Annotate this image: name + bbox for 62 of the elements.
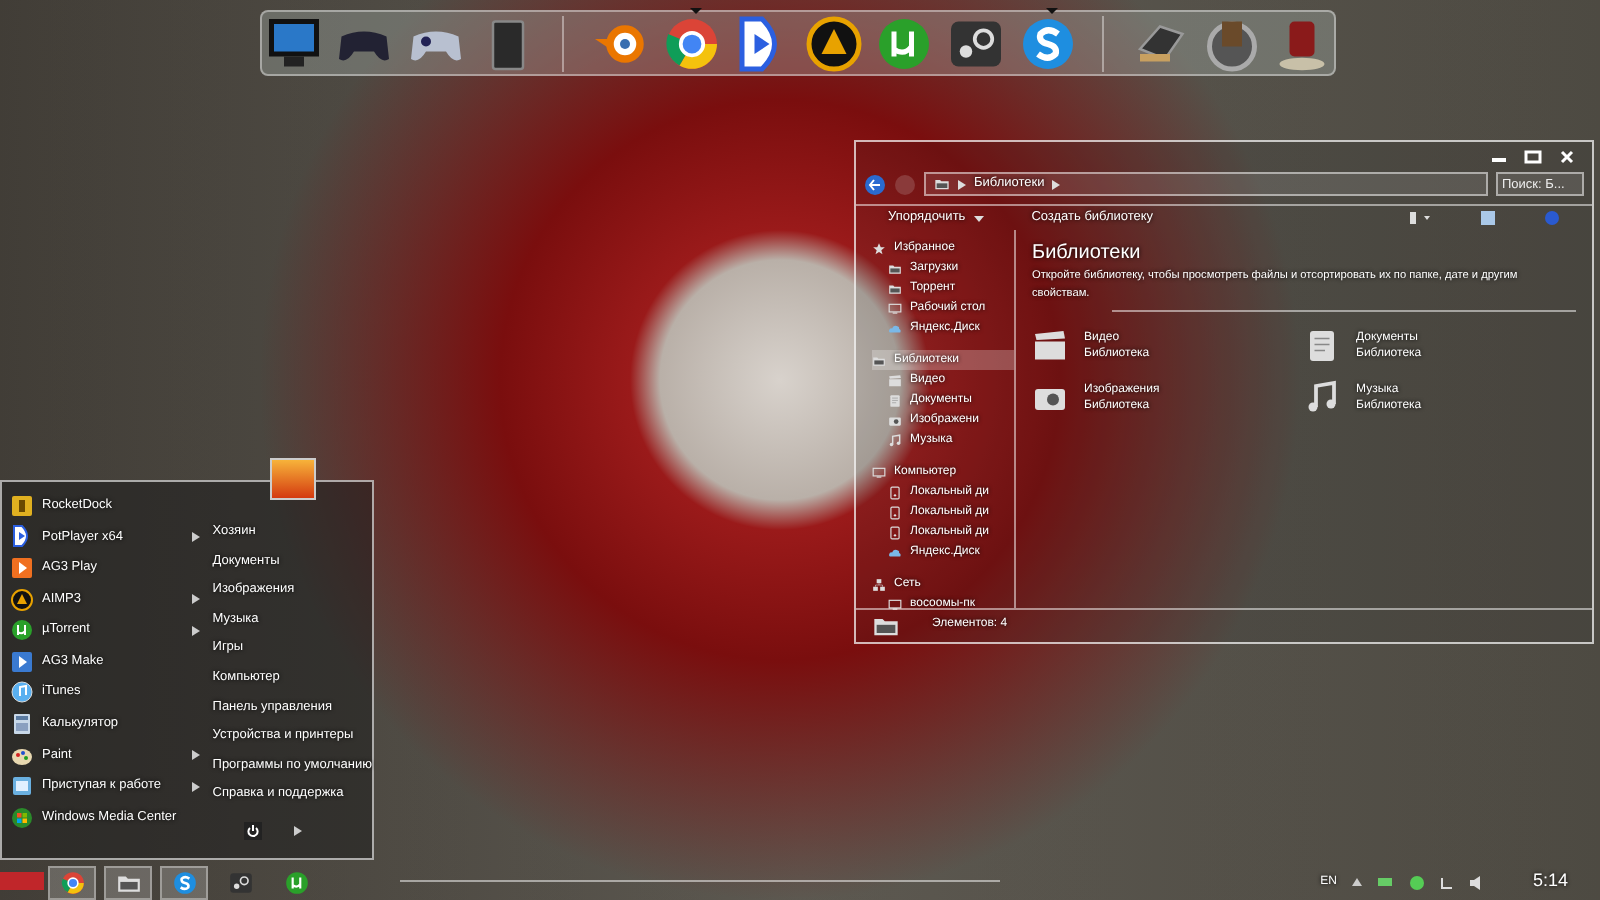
play-icon xyxy=(10,524,34,549)
preview-pane-icon[interactable] xyxy=(1480,210,1496,227)
submenu-arrow-icon xyxy=(192,625,201,636)
window-icon xyxy=(10,774,34,799)
folder-icon xyxy=(888,261,902,276)
rocket-icon xyxy=(10,493,34,518)
monitor-icon xyxy=(872,465,886,480)
mu-logo-icon xyxy=(283,869,309,895)
note-icon xyxy=(10,680,34,705)
calculator-icon xyxy=(10,711,34,736)
drive-icon xyxy=(888,505,902,520)
folder-icon xyxy=(934,176,950,192)
clapper-icon xyxy=(888,373,902,388)
speaker-icon[interactable] xyxy=(1470,875,1485,889)
folder-icon xyxy=(888,281,902,296)
close-icon[interactable] xyxy=(1558,150,1576,164)
arrow-icon[interactable] xyxy=(294,825,303,836)
star-icon xyxy=(872,241,886,256)
battery-icon[interactable] xyxy=(1378,876,1395,888)
chevron-icon[interactable] xyxy=(1052,179,1061,189)
music-note-icon xyxy=(1304,380,1340,417)
film-icon xyxy=(10,555,34,580)
document-icon xyxy=(1304,328,1340,365)
film-icon xyxy=(10,649,34,674)
maximize-icon[interactable] xyxy=(1524,150,1542,164)
s-logo-icon xyxy=(171,869,197,895)
palette-icon xyxy=(10,743,34,768)
sphere-logo-icon xyxy=(59,869,85,895)
mu-logo-icon[interactable] xyxy=(874,13,935,73)
taskbar-button[interactable] xyxy=(48,865,96,899)
back-arrow-icon[interactable] xyxy=(864,173,886,195)
clock[interactable]: 5:14 xyxy=(1532,868,1568,896)
show-hidden-icons-icon[interactable] xyxy=(1352,878,1363,886)
library-title: Библиотеки xyxy=(1032,240,1143,269)
camera-icon xyxy=(888,413,902,428)
user-picture[interactable] xyxy=(270,458,316,500)
s-logo-icon[interactable] xyxy=(1017,13,1078,73)
monitor-icon[interactable] xyxy=(263,13,324,73)
mu-logo-icon xyxy=(10,618,34,643)
triangle-logo-icon[interactable] xyxy=(803,13,864,73)
drive-icon xyxy=(888,525,902,540)
submenu-arrow-icon xyxy=(192,594,201,605)
music-note-icon xyxy=(888,433,902,448)
monitor-icon xyxy=(888,301,902,316)
start-button[interactable] xyxy=(0,872,44,890)
monitor-icon xyxy=(888,597,902,612)
clapper-icon xyxy=(1032,328,1068,365)
chevron-icon[interactable] xyxy=(958,179,966,189)
drive-icon xyxy=(888,485,902,500)
submenu-arrow-icon xyxy=(192,750,201,761)
cloud-icon xyxy=(888,545,902,560)
taskbar-button[interactable] xyxy=(104,865,152,899)
flag-logo-icon xyxy=(10,805,34,830)
sphere-logo-icon[interactable] xyxy=(661,13,722,73)
submenu-arrow-icon xyxy=(192,531,201,542)
submenu-arrow-icon xyxy=(192,781,201,792)
taskbar-button[interactable] xyxy=(160,865,208,899)
tray-app-icon[interactable] xyxy=(1410,875,1425,889)
view-options-icon[interactable] xyxy=(1408,210,1432,227)
document-icon xyxy=(888,393,902,408)
cloud-icon xyxy=(888,321,902,336)
folder-icon xyxy=(872,353,886,368)
